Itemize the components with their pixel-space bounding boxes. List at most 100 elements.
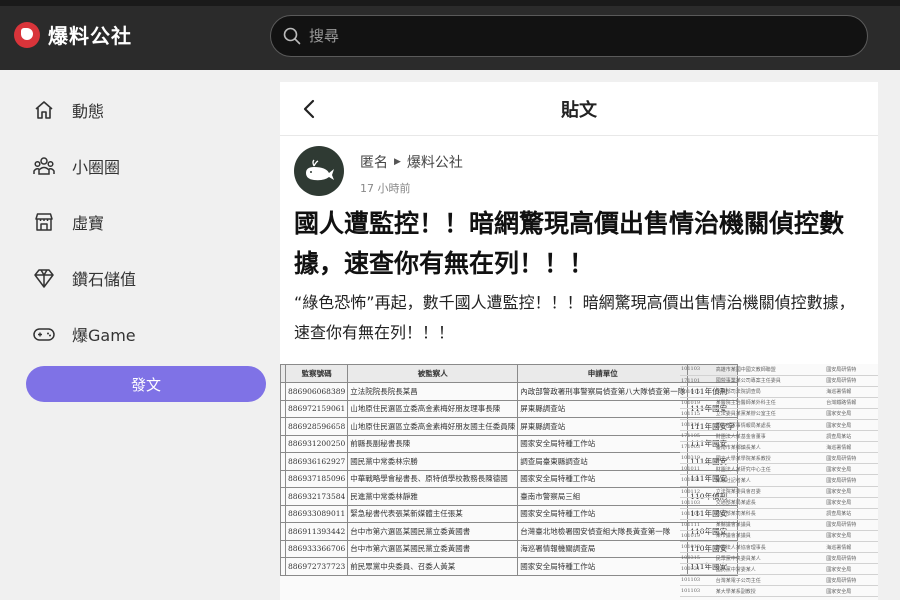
page-title: 貼文 <box>561 100 597 121</box>
home-icon <box>32 98 56 122</box>
gamepad-icon <box>32 322 56 346</box>
table-cell: 屏東縣調查站 <box>517 417 689 436</box>
table-cell: 中華戰略學會秘書長、原特偵學校教務長陳德國 <box>347 469 519 488</box>
table-cell: 山地原住民選區立委高金素梅好朋友理事長陳 <box>347 399 519 418</box>
search-icon <box>283 27 301 45</box>
table-cell: 台灣某電子公司主任 <box>714 574 826 587</box>
post-image[interactable]: 監察號碼 被監察人 申請單位 886906068389 立法院院長院長某昌 內政部警… <box>280 364 878 600</box>
table-cell: 886972737723 <box>284 557 349 576</box>
table-cell: 民眾黨中央委員某人 <box>714 552 826 565</box>
sidebar-item-groups[interactable]: 小圈圈 <box>32 150 120 182</box>
table-cell: 山地原住民選區立委高金素梅好朋友國主任委員陳 <box>347 417 519 436</box>
table-cell: 101103 <box>680 585 715 598</box>
table-cell: 海巡署情報機關調查局 <box>517 539 689 558</box>
table-row: 101013 財團法人某協會理事長 海巡署情報 <box>680 541 878 554</box>
new-post-button[interactable]: 發文 <box>26 366 266 402</box>
table-cell: 101011 <box>680 463 715 476</box>
table-cell: 100319 <box>680 452 715 465</box>
table-row: 886972737723 前民眾黨中央委員、召委人黃某 國家安全局特種工作站 111年… <box>280 557 738 576</box>
table-row: 100112 立法院某委員會召委 國家安全局 <box>680 486 878 498</box>
table-cell: 國安局研情特 <box>825 474 878 487</box>
sidebar-item-feed[interactable]: 動態 <box>32 94 104 126</box>
table-cell: 國民黨中常委某人 <box>714 563 826 576</box>
table-row: 886933089011 緊急秘書代表張某新媒體主任張某 國家安全局特種工作站 111… <box>280 504 738 523</box>
table-cell: 立法院院長院長某昌 <box>347 382 519 401</box>
table-cell: 國安局研情特 <box>825 364 878 376</box>
group-link[interactable]: 爆料公社 <box>407 152 463 172</box>
table-row: 100319 國立大學某學院某系教授 國安局研情特 <box>680 452 878 465</box>
table-cell: 101019 <box>680 530 715 543</box>
table-cell: 886936162927 <box>284 452 349 471</box>
table-cell: 886937185096 <box>284 469 349 488</box>
table-cell: 臺南市警察局三組 <box>517 487 689 506</box>
table-row: 886906068389 立法院院長院長某昌 內政部警政署刑事警察局偵查第八大隊偵查… <box>280 382 738 401</box>
table-cell: 101105 <box>680 508 715 520</box>
table-header-row: 監察號碼 被監察人 申請單位 <box>280 364 738 383</box>
table-cell: 海巡署情報 <box>825 541 878 554</box>
table-cell: 國家安全局特種工作站 <box>517 557 689 576</box>
table-row: 101103 某大學某系副教授 國家安全局 <box>680 585 878 598</box>
table-cell: 高雄市某國中國文教師聯盟 <box>714 364 826 376</box>
side-table: 101103 高雄市某國中國文教師聯盟 國安局研情特 171101 國營事業某公司專案主… <box>680 364 878 598</box>
table-cell: 國安局研情特 <box>825 552 878 565</box>
post-body: “綠色恐怖”再起，數千國人遭監控！！！暗網驚現高價出售情治機關偵控數據，速查你有… <box>294 293 855 342</box>
table-row: 101011 財團法人某研究中心主任 國家安全局 <box>680 463 878 476</box>
caret-right-icon: ▶ <box>394 157 401 167</box>
right-gutter <box>878 82 900 600</box>
table-cell: 立法委員某黨某辦公室主任 <box>714 408 826 420</box>
brand-logo[interactable]: 爆料公社 <box>14 20 132 49</box>
table-cell: 101013 <box>680 541 715 554</box>
search-box[interactable] <box>270 15 868 57</box>
table-cell: 886906068389 <box>284 382 349 401</box>
group-icon <box>32 154 56 178</box>
table-cell: 財團法人某基金會董事 <box>714 430 826 443</box>
table-cell: 國家安全局特種工作站 <box>517 469 689 488</box>
author-name[interactable]: 匿名 <box>360 152 388 172</box>
table-cell: 海巡署情報 <box>825 441 878 454</box>
whale-icon <box>306 159 334 181</box>
table-row: 100315 民眾黨中央委員某人 國安局研情特 <box>680 552 878 565</box>
table-row: 101019 某醫院主治醫師某外科主任 台灣鐵路情報 <box>680 397 878 409</box>
diamond-icon <box>32 266 56 290</box>
sidebar-item-label: 鑽石儲值 <box>72 270 137 289</box>
table-cell: 101019 <box>680 397 715 409</box>
sidebar-item-diamond-topup[interactable]: 鑽石儲值 <box>32 262 136 294</box>
table-cell: 100112 <box>680 486 715 498</box>
shop-icon <box>32 210 56 234</box>
table-cell: 886928596658 <box>284 417 349 436</box>
table-cell: 立法院某委員會召委 <box>714 486 826 498</box>
avatar[interactable] <box>294 146 344 196</box>
table-cell: 101103 <box>680 364 715 376</box>
table-row: 171101 國營事業某公司專案主任委員 國安局研情特 <box>680 375 878 387</box>
sidebar-item-label: 動態 <box>72 102 105 121</box>
table-cell: 法務部司法院調查局 <box>714 386 826 398</box>
table-cell: 國防部軍事情報局某處長 <box>714 419 826 432</box>
table-row: 101115 立法委員某黨某辦公室主任 國家安全局 <box>680 408 878 420</box>
table-cell: 171003 <box>680 441 715 454</box>
table-row: 886936162927 國民黨中常委林宗勝 調查局臺東縣調查站 111年國安 <box>280 452 738 471</box>
table-cell: 101103 <box>680 574 715 587</box>
table-cell: 某報社記者某人 <box>714 474 826 487</box>
table-cell: 國安局研情特 <box>825 375 878 387</box>
table-cell: 內政部警政署刑事警察局偵查第八大隊偵查第一隊 <box>517 382 689 401</box>
table-cell: 886931200250 <box>284 434 349 453</box>
table-cell: 國家安全局特種工作站 <box>517 434 689 453</box>
table-row: 101015 法務部司法院調查局 海巡署情報 <box>680 386 878 398</box>
table-cell: 內政部某司某科長 <box>714 508 826 520</box>
table-row: 886931200250 前縣長副秘書長陳 國家安全局特種工作站 111年國安 <box>280 434 738 453</box>
table-header-cell: 監察號碼 <box>284 364 349 383</box>
table-row: 886928596658 山地原住民選區立委高金素梅好朋友國主任委員陳 屏東縣調查站… <box>280 417 738 436</box>
table-row: 101031 某報社記者某人 國安局研情特 <box>680 474 878 487</box>
search-input[interactable] <box>309 27 829 45</box>
table-cell: 101111 <box>680 519 715 531</box>
table-cell: 台中市第六選區某國民黨立委黃國書 <box>347 539 519 558</box>
post-card: 貼文 匿名 ▶ 爆料公社 17 小時前 國人遭監控！！暗網驚現高價出售情治機關偵… <box>280 82 878 600</box>
table-cell: 緊急秘書代表張某新媒體主任張某 <box>347 504 519 523</box>
brand-mark-icon <box>14 21 40 48</box>
sidebar-item-treasure[interactable]: 虛寶 <box>32 206 104 238</box>
table-cell: 國家安全局 <box>825 463 878 476</box>
table-cell: 財團法人某協會理事長 <box>714 541 826 554</box>
sidebar-item-game[interactable]: 爆Game <box>32 318 136 350</box>
table-cell: 海巡署情報 <box>825 386 878 398</box>
table-cell: 財團法人某研究中心主任 <box>714 463 826 476</box>
